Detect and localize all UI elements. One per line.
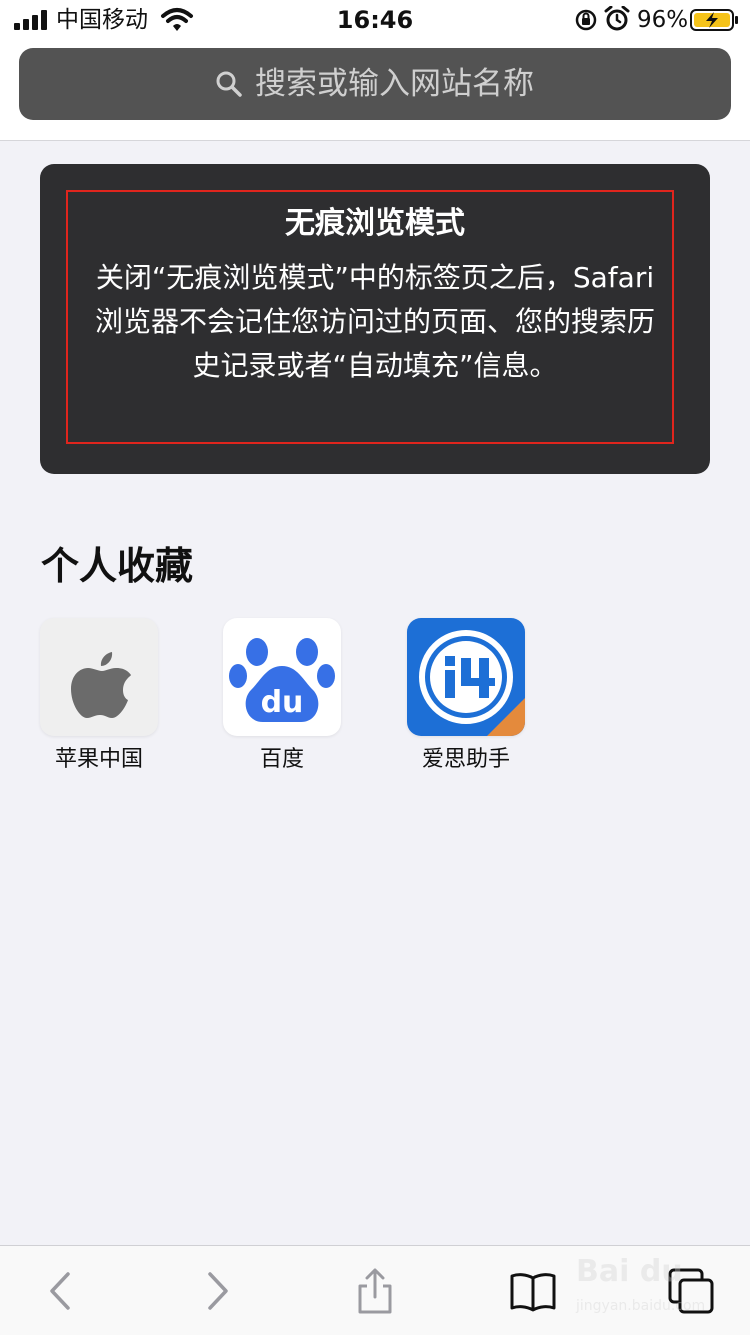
private-browsing-card: 无痕浏览模式 关闭“无痕浏览模式”中的标签页之后，Safari浏览器不会记住您访… [40,164,710,474]
battery-percentage: 96% [637,7,689,33]
search-placeholder: 搜索或输入网站名称 [255,66,534,102]
baidu-watermark: Bai du jingyan.baidu.com [576,1254,705,1324]
back-icon[interactable] [36,1266,86,1316]
rotation-lock-icon [575,9,597,31]
apple-logo-icon [40,618,158,736]
i4-logo-icon [407,618,525,736]
forward-icon[interactable] [192,1266,242,1316]
watermark-brand: Bai du [576,1254,683,1289]
search-input[interactable]: 搜索或输入网站名称 [19,48,731,120]
favorite-label: 苹果中国 [54,747,143,772]
watermark-site: jingyan.baidu.com [576,1298,706,1314]
svg-text:du: du [261,685,304,720]
share-icon[interactable] [350,1266,400,1316]
address-bar-area: 搜索或输入网站名称 [0,40,750,141]
status-bar: 中国移动 16:46 96% [0,0,750,40]
baidu-paw-icon: du [223,618,341,736]
private-browsing-message: 关闭“无痕浏览模式”中的标签页之后，Safari浏览器不会记住您访问过的页面、您… [94,261,655,382]
favorites-heading: 个人收藏 [41,544,194,588]
favorite-label: 百度 [259,747,304,772]
battery-charging-icon [690,9,738,31]
favorite-apple[interactable]: 苹果中国 [24,618,174,776]
bookmarks-icon[interactable] [508,1266,558,1316]
favorite-baidu[interactable]: du 百度 [207,618,357,776]
search-icon [216,71,242,97]
private-browsing-title: 无痕浏览模式 [285,206,465,241]
bottom-toolbar: Bai du jingyan.baidu.com [0,1245,750,1335]
favorite-label: 爱思助手 [421,747,510,772]
alarm-icon [604,6,630,31]
favorite-i4[interactable]: 爱思助手 [391,618,541,776]
